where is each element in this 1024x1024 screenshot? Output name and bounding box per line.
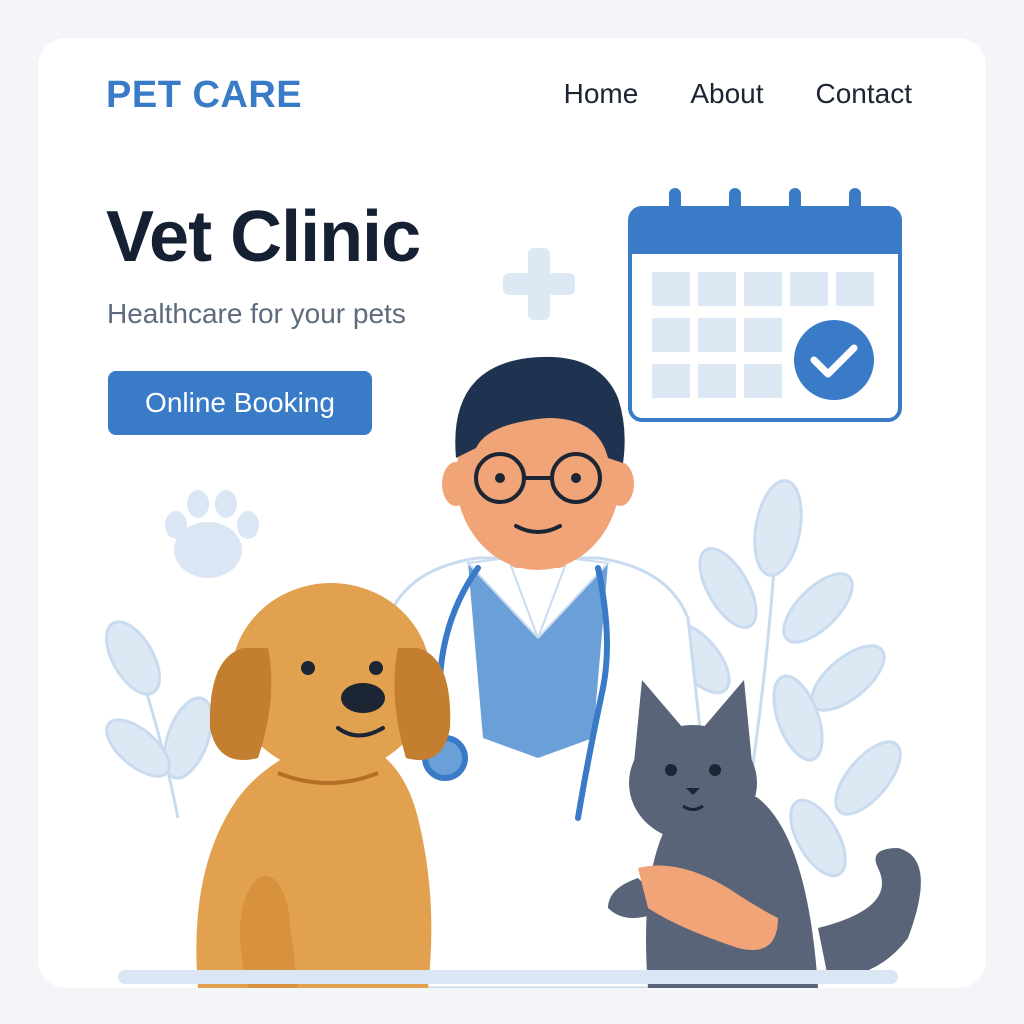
vet-illustration	[105, 188, 921, 988]
dog-illustration	[196, 583, 451, 988]
nav-contact-link[interactable]: Contact	[816, 78, 913, 110]
page-card: PET CARE Home About Contact Vet Clinic H…	[38, 38, 986, 988]
main-nav: Home About Contact	[564, 78, 912, 110]
calendar-icon	[628, 188, 902, 422]
nav-about-link[interactable]: About	[690, 78, 763, 110]
brand-logo[interactable]: PET CARE	[106, 74, 302, 117]
plus-icon	[503, 248, 575, 320]
cat-illustration	[608, 680, 921, 988]
hero-title: Vet Clinic	[106, 197, 421, 277]
nav-home-link[interactable]: Home	[564, 78, 639, 110]
stethoscope-icon	[436, 565, 610, 821]
paw-print-icon	[165, 490, 259, 578]
check-icon	[794, 320, 874, 400]
hero-subtitle: Healthcare for your pets	[107, 298, 406, 329]
leaves-decoration	[105, 479, 902, 878]
veterinarian	[356, 356, 730, 988]
online-booking-button[interactable]: Online Booking	[108, 371, 372, 435]
